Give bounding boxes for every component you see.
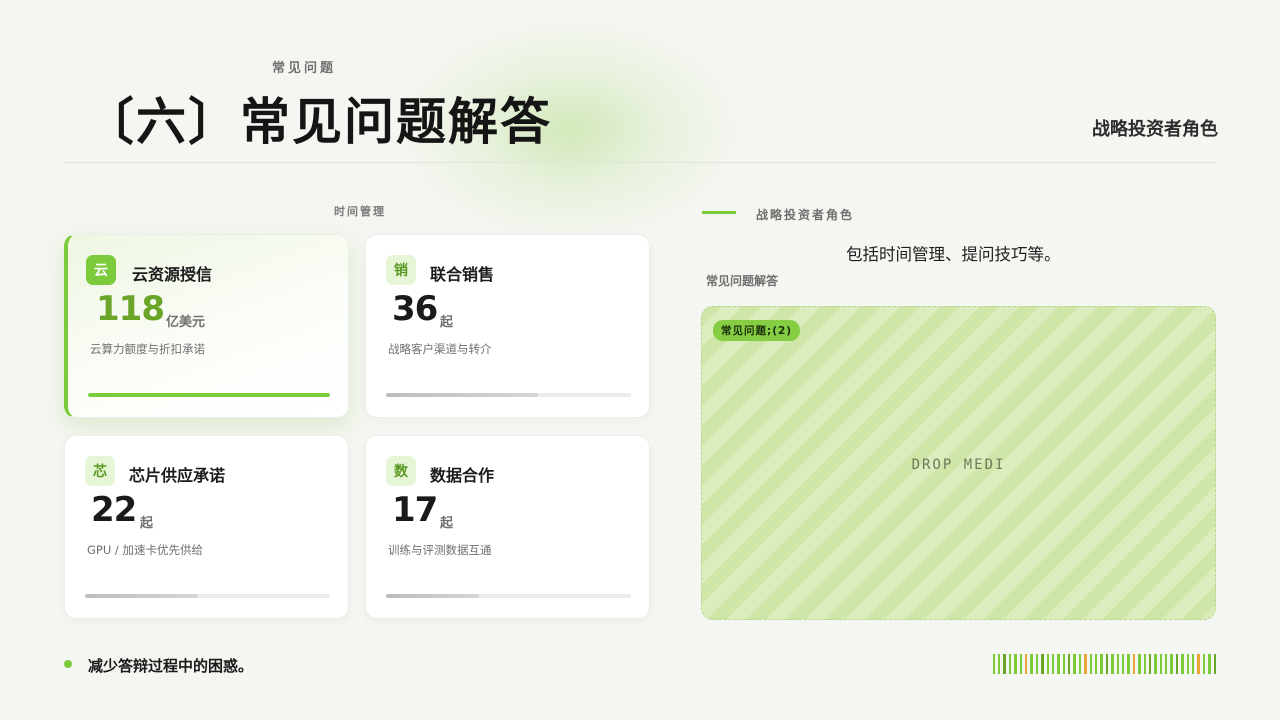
barcode-stripe bbox=[1078, 654, 1082, 674]
barcode-stripe bbox=[1192, 654, 1195, 674]
card-badge-icon: 销 bbox=[386, 255, 416, 285]
card-value: 22 bbox=[91, 490, 137, 530]
barcode-stripe bbox=[1213, 654, 1216, 674]
right-section-label: 战略投资者角色 bbox=[756, 208, 855, 222]
barcode-stripe bbox=[1035, 654, 1039, 674]
header-right-label: 战略投资者角色 bbox=[1092, 119, 1218, 140]
card-title: 数据合作 bbox=[430, 466, 495, 485]
card-progress-fill bbox=[386, 594, 480, 598]
barcode-stripe bbox=[1024, 654, 1028, 674]
card-title: 芯片供应承诺 bbox=[129, 466, 226, 485]
card-unit: 起 bbox=[440, 516, 454, 531]
barcode-stripe bbox=[1073, 654, 1076, 674]
barcode-stripe bbox=[1116, 654, 1119, 674]
card-description: 训练与评测数据互通 bbox=[388, 543, 492, 557]
barcode-stripe bbox=[1014, 654, 1017, 674]
barcode-stripe bbox=[1057, 654, 1060, 674]
barcode-stripe bbox=[1143, 654, 1146, 674]
barcode-stripe bbox=[1068, 654, 1071, 674]
barcode-stripe bbox=[1100, 654, 1103, 674]
card-value: 36 bbox=[392, 289, 438, 329]
barcode-stripe bbox=[1138, 654, 1141, 674]
barcode-stripe bbox=[1127, 654, 1130, 674]
barcode-stripe bbox=[1051, 654, 1055, 674]
card-description: 云算力额度与折扣承诺 bbox=[90, 342, 205, 356]
decorative-barcode bbox=[992, 654, 1216, 674]
card-progress-track bbox=[85, 594, 330, 598]
card-value: 118 bbox=[96, 289, 165, 329]
right-section-subtitle: 常见问题解答 bbox=[706, 274, 779, 288]
barcode-stripe bbox=[1046, 654, 1049, 674]
header-divider bbox=[64, 162, 1216, 163]
barcode-stripe bbox=[1089, 654, 1093, 674]
cards-section-label: 时间管理 bbox=[334, 205, 386, 218]
barcode-stripe bbox=[1186, 654, 1190, 674]
barcode-stripe bbox=[1159, 654, 1163, 674]
barcode-stripe bbox=[1197, 654, 1200, 674]
barcode-stripe bbox=[1105, 654, 1109, 674]
page-eyebrow: 常见问题 bbox=[272, 61, 337, 76]
dropzone-placeholder-text: DROP MEDI bbox=[911, 457, 1006, 473]
barcode-stripe bbox=[1111, 654, 1114, 674]
card-progress-fill bbox=[386, 393, 538, 397]
barcode-stripe bbox=[992, 654, 995, 674]
card-unit: 起 bbox=[440, 315, 454, 330]
barcode-stripe bbox=[1202, 654, 1206, 674]
card-unit: 起 bbox=[140, 516, 154, 531]
barcode-stripe bbox=[997, 654, 1001, 674]
card-badge-icon: 云 bbox=[86, 255, 116, 285]
barcode-stripe bbox=[1121, 654, 1125, 674]
barcode-stripe bbox=[1041, 654, 1044, 674]
barcode-stripe bbox=[1132, 654, 1136, 674]
barcode-stripe bbox=[1208, 654, 1211, 674]
card-progress-track bbox=[386, 594, 631, 598]
card-badge-icon: 芯 bbox=[85, 456, 115, 486]
barcode-stripe bbox=[1030, 654, 1033, 674]
barcode-stripe bbox=[1165, 654, 1168, 674]
bullet-dot-icon bbox=[64, 660, 72, 668]
barcode-stripe bbox=[1181, 654, 1184, 674]
barcode-stripe bbox=[1084, 654, 1087, 674]
card-joint-sales[interactable]: 销 联合销售 36 起 战略客户渠道与转介 bbox=[365, 234, 650, 418]
card-progress-fill bbox=[85, 594, 198, 598]
card-title: 联合销售 bbox=[430, 265, 495, 284]
barcode-stripe bbox=[1008, 654, 1012, 674]
barcode-stripe bbox=[1019, 654, 1022, 674]
card-progress-track bbox=[386, 393, 631, 397]
barcode-stripe bbox=[1170, 654, 1173, 674]
card-description: 战略客户渠道与转介 bbox=[388, 342, 492, 356]
media-dropzone[interactable]: 常见问题;(2) DROP MEDI bbox=[701, 306, 1216, 620]
barcode-stripe bbox=[1148, 654, 1152, 674]
barcode-stripe bbox=[1154, 654, 1157, 674]
page-title: 〔六〕常见问题解答 bbox=[84, 93, 552, 151]
dropzone-tag: 常见问题;(2) bbox=[713, 320, 801, 341]
barcode-stripe bbox=[1095, 654, 1098, 674]
footer-bullet-text: 减少答辩过程中的困惑。 bbox=[88, 657, 254, 675]
card-progress-track bbox=[88, 393, 330, 397]
card-data-cooperation[interactable]: 数 数据合作 17 起 训练与评测数据互通 bbox=[365, 435, 650, 619]
card-description: GPU / 加速卡优先供给 bbox=[87, 543, 203, 557]
card-badge-icon: 数 bbox=[386, 456, 416, 486]
card-progress-fill bbox=[88, 393, 330, 397]
card-chip-supply[interactable]: 芯 芯片供应承诺 22 起 GPU / 加速卡优先供给 bbox=[64, 435, 349, 619]
card-value: 17 bbox=[392, 490, 438, 530]
card-title: 云资源授信 bbox=[132, 265, 213, 284]
right-section-text: 包括时间管理、提问技巧等。 bbox=[846, 245, 1061, 264]
card-cloud-credit[interactable]: 云 云资源授信 118 亿美元 云算力额度与折扣承诺 bbox=[64, 234, 349, 418]
barcode-stripe bbox=[1003, 654, 1006, 674]
barcode-stripe bbox=[1175, 654, 1179, 674]
right-section-accent-line bbox=[702, 211, 736, 214]
card-unit: 亿美元 bbox=[166, 315, 206, 330]
barcode-stripe bbox=[1062, 654, 1066, 674]
